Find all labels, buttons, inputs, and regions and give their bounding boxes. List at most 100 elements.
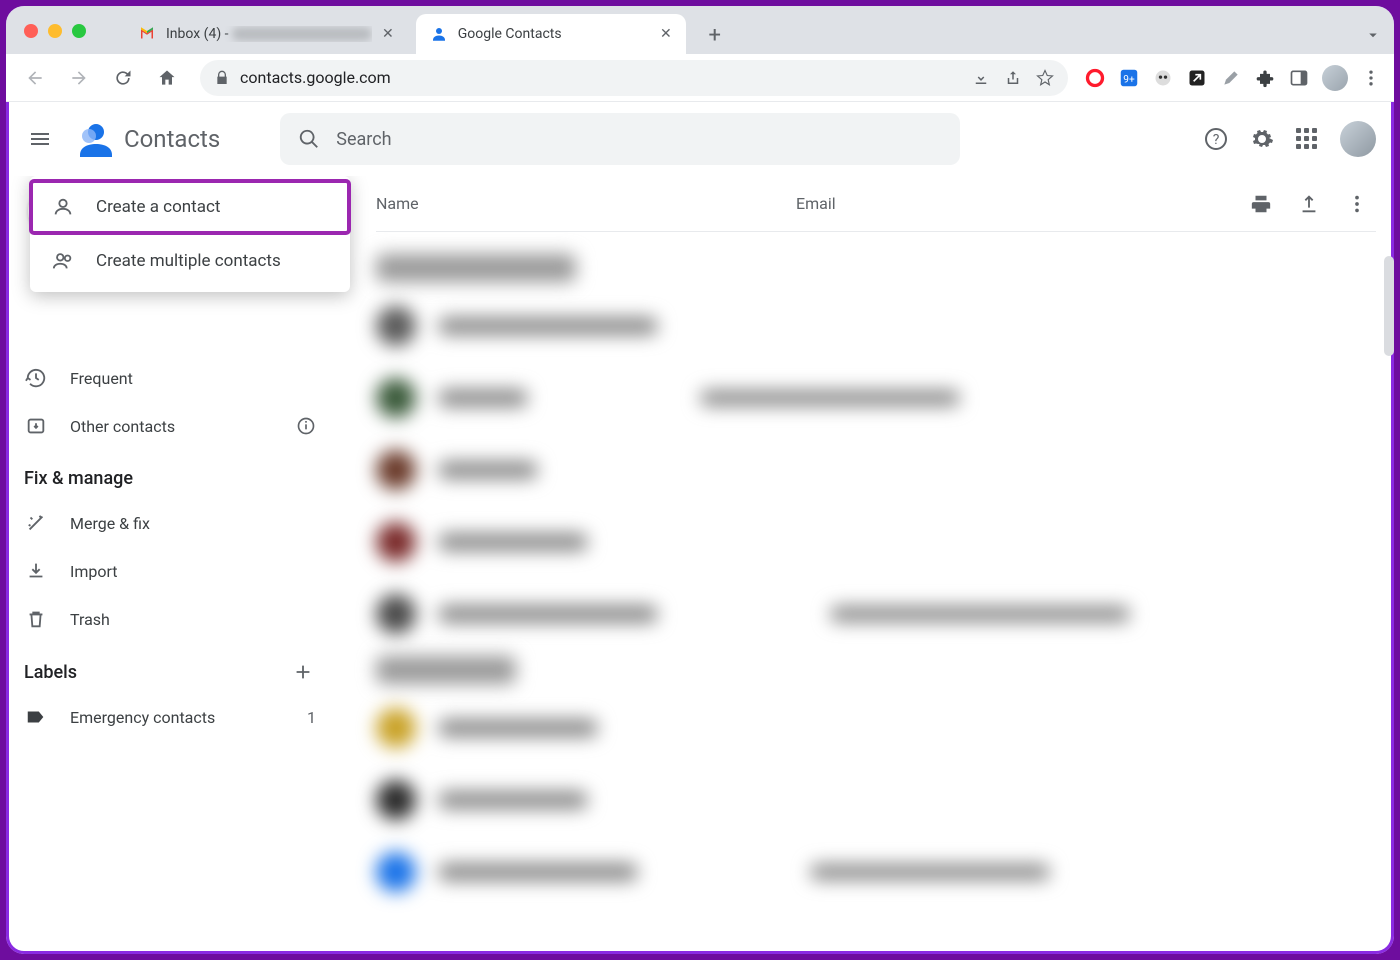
main-menu-button[interactable] — [16, 115, 64, 163]
app-title: Contacts — [124, 125, 220, 153]
browser-tab-inbox[interactable]: Inbox (4) - ✕ — [124, 14, 408, 54]
help-icon[interactable]: ? — [1204, 127, 1228, 151]
more-menu-icon[interactable] — [1346, 193, 1368, 215]
menu-item-label: Create multiple contacts — [96, 251, 281, 271]
gmail-icon — [138, 25, 156, 43]
home-button[interactable] — [150, 61, 184, 95]
extension-opera[interactable] — [1084, 67, 1106, 89]
contact-row[interactable] — [376, 362, 1376, 434]
contact-list: Name Email — [346, 176, 1394, 954]
nav-label: Other contacts — [70, 417, 175, 436]
nav-label: Import — [70, 562, 118, 581]
close-icon[interactable]: ✕ — [660, 26, 672, 42]
nav-label: Frequent — [70, 369, 133, 388]
label-name: Emergency contacts — [70, 708, 215, 727]
contact-row[interactable] — [376, 434, 1376, 506]
vertical-scrollbar[interactable] — [1384, 256, 1394, 356]
archive-icon — [24, 415, 48, 437]
group-header-redacted — [376, 254, 576, 282]
browser-titlebar: Inbox (4) - ✕ Google Contacts ✕ + — [6, 6, 1394, 54]
search-placeholder: Search — [336, 129, 391, 150]
person-icon — [52, 196, 76, 218]
search-icon — [298, 128, 320, 150]
extension-arrow[interactable] — [1186, 67, 1208, 89]
google-apps-icon[interactable] — [1296, 128, 1318, 150]
nav-other-contacts[interactable]: Other contacts — [6, 402, 336, 450]
trash-icon — [24, 608, 48, 630]
minimize-window[interactable] — [48, 24, 62, 38]
tab-label: Inbox (4) - — [166, 26, 232, 42]
fix-manage-header: Fix & manage — [6, 450, 336, 499]
window-controls — [24, 24, 86, 38]
url-text: contacts.google.com — [240, 68, 391, 87]
search-bar[interactable]: Search — [280, 113, 960, 165]
label-icon — [24, 706, 48, 728]
close-window[interactable] — [24, 24, 38, 38]
browser-tab-contacts[interactable]: Google Contacts ✕ — [416, 14, 686, 54]
contacts-favicon — [430, 25, 448, 43]
group-header-redacted — [376, 656, 516, 684]
reload-button[interactable] — [106, 61, 140, 95]
create-contact-menu: Create a contact Create multiple contact… — [30, 176, 350, 292]
contacts-logo-icon — [74, 119, 114, 159]
history-icon — [24, 367, 48, 389]
list-header: Name Email — [376, 176, 1376, 232]
create-multiple-contacts-item[interactable]: Create multiple contacts — [30, 234, 350, 288]
sidepanel-icon[interactable] — [1288, 67, 1310, 89]
maximize-window[interactable] — [72, 24, 86, 38]
app-header: Contacts Search ? — [6, 102, 1394, 176]
info-icon[interactable] — [296, 416, 316, 436]
contact-row[interactable] — [376, 692, 1376, 764]
browser-menu-icon[interactable] — [1360, 67, 1382, 89]
contact-rows — [376, 232, 1376, 908]
new-tab-button[interactable]: + — [700, 20, 730, 50]
extensions-area: 9+ — [1084, 65, 1382, 91]
menu-item-label: Create a contact — [96, 197, 220, 217]
address-bar[interactable]: contacts.google.com — [200, 60, 1068, 96]
svg-text:?: ? — [1213, 132, 1220, 148]
install-app-icon[interactable] — [972, 69, 990, 87]
create-a-contact-item[interactable]: Create a contact — [30, 180, 350, 234]
add-label-button[interactable] — [292, 661, 314, 683]
nav-label: Merge & fix — [70, 514, 150, 533]
contact-row[interactable] — [376, 578, 1376, 650]
contact-row[interactable] — [376, 290, 1376, 362]
bookmark-star-icon[interactable] — [1036, 69, 1054, 87]
tabs-overflow-icon[interactable] — [1364, 26, 1382, 44]
nav-frequent[interactable]: Frequent — [6, 354, 336, 402]
labels-header: Labels — [6, 643, 336, 693]
contact-row[interactable] — [376, 836, 1376, 908]
nav-trash[interactable]: Trash — [6, 595, 336, 643]
print-icon[interactable] — [1250, 193, 1272, 215]
column-name: Name — [376, 194, 796, 213]
export-icon[interactable] — [1298, 193, 1320, 215]
sidebar: Create a contact Create multiple contact… — [6, 176, 346, 954]
forward-button[interactable] — [62, 61, 96, 95]
label-emergency-contacts[interactable]: Emergency contacts 1 — [6, 693, 336, 741]
nav-label: Trash — [70, 610, 110, 629]
extension-badge[interactable]: 9+ — [1118, 67, 1140, 89]
account-avatar[interactable] — [1340, 121, 1376, 157]
svg-text:9+: 9+ — [1123, 74, 1135, 85]
column-email: Email — [796, 194, 1250, 213]
back-button[interactable] — [18, 61, 52, 95]
people-icon — [52, 250, 76, 272]
browser-toolbar: contacts.google.com 9+ — [6, 54, 1394, 102]
wand-icon — [24, 512, 48, 534]
redacted-text — [232, 27, 372, 41]
contact-row[interactable] — [376, 764, 1376, 836]
extension-brush[interactable] — [1220, 67, 1242, 89]
label-count: 1 — [307, 708, 316, 727]
contact-row[interactable] — [376, 506, 1376, 578]
extensions-puzzle-icon[interactable] — [1254, 67, 1276, 89]
browser-profile-avatar[interactable] — [1322, 65, 1348, 91]
settings-gear-icon[interactable] — [1250, 127, 1274, 151]
lock-icon — [214, 70, 230, 86]
share-icon[interactable] — [1004, 69, 1022, 87]
tab-label: Google Contacts — [458, 26, 650, 42]
close-icon[interactable]: ✕ — [382, 26, 394, 42]
extension-face[interactable] — [1152, 67, 1174, 89]
nav-merge-fix[interactable]: Merge & fix — [6, 499, 336, 547]
nav-import[interactable]: Import — [6, 547, 336, 595]
app-logo[interactable]: Contacts — [74, 119, 220, 159]
